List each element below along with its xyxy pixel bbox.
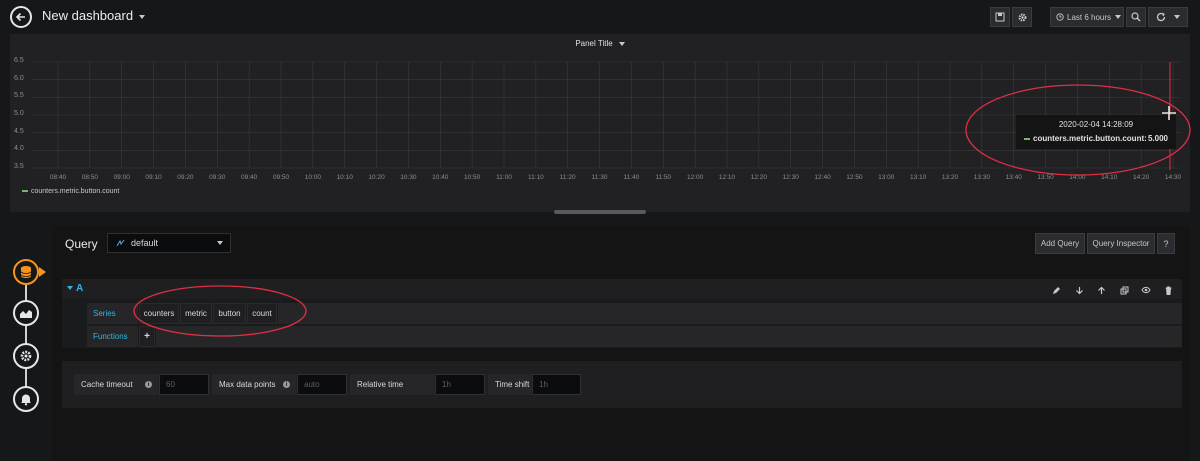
- info-icon[interactable]: i: [283, 381, 290, 388]
- y-tick-label: 4.0: [14, 145, 24, 153]
- copy-icon: [1120, 286, 1128, 294]
- y-tick-label: 3.5: [14, 163, 24, 170]
- x-tick-label: 11:30: [591, 174, 608, 181]
- x-tick-label: 11:50: [655, 174, 672, 181]
- collapse-icon: [67, 286, 73, 291]
- chevron-down-icon: [217, 241, 223, 245]
- x-tick-label: 10:00: [304, 174, 321, 181]
- relative-time-label: Relative time: [350, 374, 434, 395]
- alert-bell-icon: [21, 394, 31, 406]
- help-button[interactable]: ?: [1157, 233, 1175, 254]
- y-tick-label: 6.5: [14, 57, 24, 64]
- x-tick-label: 10:40: [432, 174, 449, 181]
- database-icon: [20, 266, 32, 278]
- query-heading: Query: [65, 237, 98, 251]
- y-tick-label: 6.0: [14, 74, 24, 82]
- cache-timeout-input[interactable]: 60: [159, 374, 209, 395]
- query-inspector-button[interactable]: Query Inspector: [1087, 233, 1155, 254]
- cache-timeout-label: Cache timeout i: [74, 374, 158, 395]
- x-tick-label: 12:00: [687, 174, 704, 181]
- x-tick-label: 10:20: [368, 174, 385, 181]
- legend-item[interactable]: counters.metric.button.count: [22, 188, 119, 195]
- x-tick-label: 11:10: [527, 174, 544, 181]
- x-tick-label: 11:00: [496, 174, 512, 181]
- graphite-logo-icon: [116, 239, 125, 247]
- time-shift-label: Time shift: [488, 374, 531, 395]
- toggle-visibility-button[interactable]: [1140, 284, 1152, 296]
- add-query-button[interactable]: Add Query: [1035, 233, 1085, 254]
- x-tick-label: 09:00: [113, 174, 130, 181]
- panel-resize-handle[interactable]: [554, 210, 646, 214]
- arrow-up-icon: [1097, 286, 1105, 294]
- pencil-icon: [1052, 286, 1060, 294]
- x-tick-label: 12:40: [814, 174, 831, 181]
- settings-icon: [20, 350, 32, 362]
- move-down-button[interactable]: [1073, 284, 1085, 296]
- active-tab-arrow-icon: [39, 267, 46, 277]
- y-tick-label: 5.0: [14, 110, 24, 117]
- query-row-a[interactable]: A: [67, 283, 83, 294]
- x-tick-label: 11:40: [623, 174, 640, 181]
- x-tick-label: 13:20: [941, 174, 959, 181]
- x-tick-label: 13:00: [878, 174, 895, 181]
- x-tick-label: 12:20: [750, 174, 767, 181]
- remove-query-button[interactable]: [1162, 284, 1174, 296]
- trash-icon: [1165, 286, 1171, 295]
- x-tick-label: 09:20: [177, 174, 194, 181]
- sidebar-visualization-tab[interactable]: [13, 300, 39, 326]
- x-tick-label: 08:40: [49, 174, 67, 181]
- visualization-icon: [20, 310, 32, 318]
- sidebar-general-tab[interactable]: [13, 343, 39, 369]
- annotation-ellipse: [133, 285, 307, 337]
- time-shift-input[interactable]: 1h: [532, 374, 581, 395]
- y-tick-label: 5.5: [14, 92, 24, 100]
- duplicate-query-button[interactable]: [1118, 284, 1130, 296]
- move-up-button[interactable]: [1095, 284, 1107, 296]
- x-tick-label: 09:30: [209, 174, 226, 181]
- max-data-points-input[interactable]: auto: [297, 374, 347, 395]
- series-swatch: [22, 190, 28, 193]
- eye-icon: [1141, 286, 1151, 294]
- arrow-down-icon: [1075, 286, 1083, 294]
- info-icon[interactable]: i: [145, 381, 152, 388]
- relative-time-input[interactable]: 1h: [435, 374, 485, 395]
- x-tick-label: 09:10: [145, 174, 162, 181]
- x-tick-label: 10:30: [400, 174, 417, 181]
- datasource-select[interactable]: default: [107, 233, 231, 253]
- x-tick-label: 12:50: [846, 174, 863, 181]
- x-tick-label: 08:50: [81, 174, 98, 181]
- x-tick-label: 10:10: [336, 174, 353, 181]
- annotation-ellipse: [965, 84, 1191, 176]
- x-tick-label: 09:40: [241, 174, 258, 181]
- x-tick-label: 13:10: [910, 174, 927, 181]
- x-tick-label: 09:50: [272, 174, 290, 181]
- x-tick-label: 12:30: [782, 174, 799, 181]
- series-filler: [278, 303, 1182, 324]
- max-data-points-label: Max data points i: [212, 374, 296, 395]
- x-tick-label: 11:20: [559, 174, 576, 181]
- y-tick-label: 4.5: [14, 127, 24, 135]
- edit-query-button[interactable]: [1050, 284, 1062, 296]
- x-tick-label: 12:10: [718, 174, 736, 181]
- sidebar-queries-tab[interactable]: [13, 259, 39, 285]
- x-tick-label: 10:50: [464, 174, 481, 181]
- sidebar-alert-tab[interactable]: [13, 386, 39, 412]
